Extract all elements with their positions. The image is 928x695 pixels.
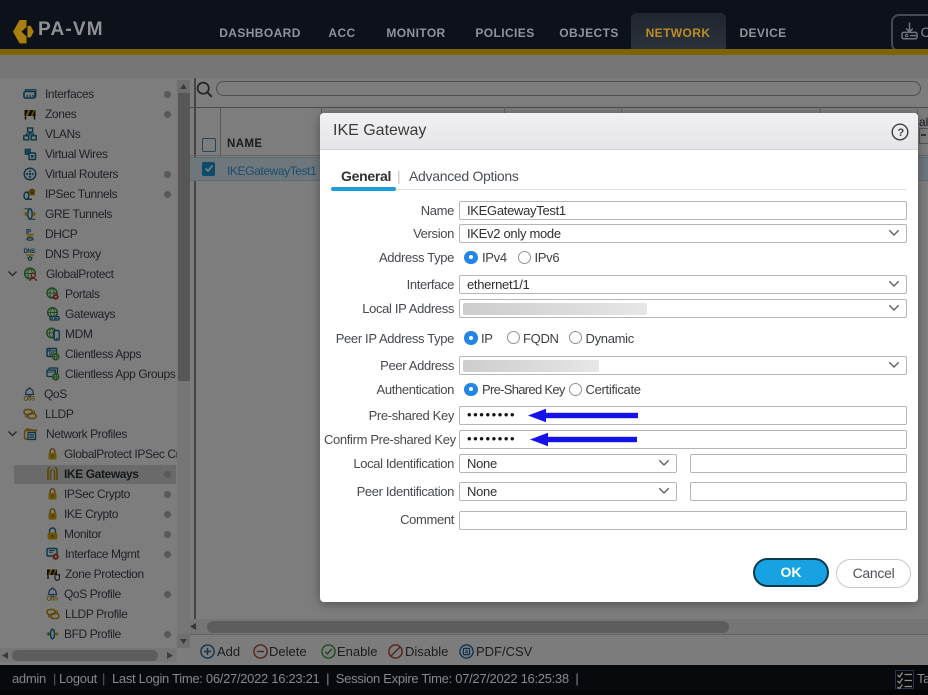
svg-text:?: ?: [898, 127, 905, 139]
